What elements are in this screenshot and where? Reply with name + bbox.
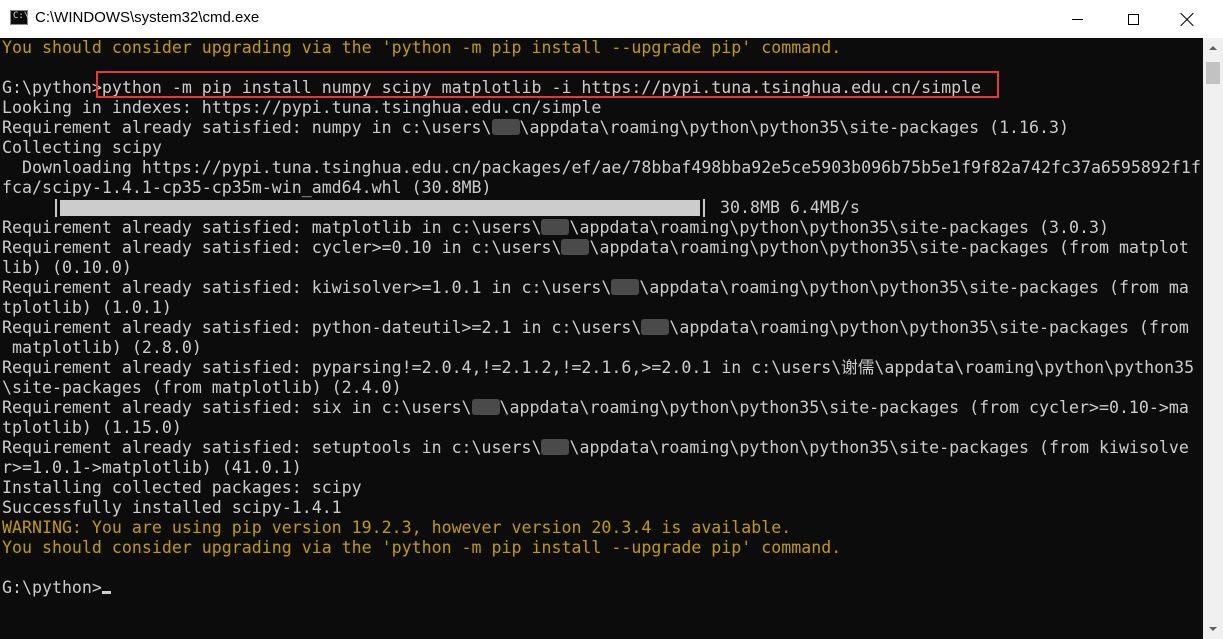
redacted-username [541,219,570,235]
console-text: \appdata\roaming\python\python35\site-pa… [499,398,1189,417]
vertical-scrollbar[interactable] [1203,38,1223,639]
console-output[interactable]: G:\python> You should consider upgrading … [0,38,1203,639]
console-text: Downloading https://pypi.tuna.tsinghua.e… [2,158,1201,177]
redacted-username [641,319,670,335]
window-title: C:\WINDOWS\system32\cmd.exe [35,9,260,26]
console-text: lib) (0.10.0) [2,258,132,277]
console-text: fca/scipy-1.4.1-cp35-cp35m-win_amd64.whl… [2,178,492,197]
console-line: r>=1.0.1->matplotlib) (41.0.1) [2,458,302,478]
maximize-button[interactable] [1106,0,1160,38]
console-text: Requirement already satisfied: numpy in … [2,118,492,137]
console-line: Successfully installed scipy-1.4.1 [2,498,342,518]
console-text: \site-packages (from matplotlib) (2.4.0) [2,378,402,397]
redacted-username [561,239,590,255]
progress-fill [60,200,700,216]
console-text: \appdata\roaming\python\python35\site-pa… [519,118,1069,137]
console-text: You should consider upgrading via the 'p… [2,538,842,557]
console-text: Requirement already satisfied: setuptool… [2,438,542,457]
console-line: You should consider upgrading via the 'p… [2,538,841,558]
console-line: Requirement already satisfied: setuptool… [2,438,1189,458]
console-line: lib) (0.10.0) [2,258,132,278]
redacted-username [491,119,520,135]
prompt-glyph: C:\ [13,11,30,21]
download-progress-bar [55,199,710,217]
text-cursor [101,591,111,594]
redacted-username [541,439,570,455]
command-highlight-box [96,71,999,98]
console-text: Requirement already satisfied: kiwisolve… [2,278,612,297]
console-line: Requirement already satisfied: numpy in … [2,118,1069,138]
console-text: tplotlib) (1.0.1) [2,298,172,317]
cmd-icon[interactable]: C:\ [10,10,30,25]
arrow-down-icon [1209,627,1217,631]
console-text: Requirement already satisfied: pyparsing… [2,358,1195,377]
console-line: Requirement already satisfied: pyparsing… [2,358,1194,378]
console-text: \appdata\roaming\python\python35\site-pa… [589,238,1189,257]
console-line: Requirement already satisfied: cycler>=0… [2,238,1189,258]
console-text: You should consider upgrading via the 'p… [2,38,842,57]
console-line: You should consider upgrading via the 'p… [2,38,841,58]
console-text: Successfully installed scipy-1.4.1 [2,498,342,517]
console-text: Requirement already satisfied: python-da… [2,318,642,337]
arrow-up-icon [1209,46,1217,50]
console-text: Requirement already satisfied: six in c:… [2,398,472,417]
console-text: Requirement already satisfied: matplotli… [2,218,542,237]
console-text: tplotlib) (1.15.0) [2,418,182,437]
console-text: r>=1.0.1->matplotlib) (41.0.1) [2,458,302,477]
maximize-icon [1127,13,1139,25]
scroll-down-button[interactable] [1203,619,1223,639]
progress-status: 30.8MB 6.4MB/s [720,198,860,217]
console-text: \appdata\roaming\python\python35\site-pa… [569,438,1189,457]
console-line: tplotlib) (1.0.1) [2,298,172,318]
console-line: \site-packages (from matplotlib) (2.4.0) [2,378,402,398]
close-button[interactable] [1160,0,1214,38]
console-text: WARNING: You are using pip version 19.2.… [2,518,792,537]
console-text: Looking in indexes: https://pypi.tuna.ts… [2,98,602,117]
console-line: Looking in indexes: https://pypi.tuna.ts… [2,98,601,118]
console-text: matplotlib) (2.8.0) [2,338,202,357]
console-text: G:\python> [2,578,102,597]
scroll-thumb[interactable] [1206,62,1220,84]
title-bar[interactable]: C:\ C:\WINDOWS\system32\cmd.exe [0,0,1223,39]
console-line: G:\python> [2,578,111,598]
progress-track [60,200,700,216]
redacted-username [471,399,500,415]
console-line: Requirement already satisfied: matplotli… [2,218,1109,238]
redacted-username [611,279,640,295]
minimize-icon [1071,18,1083,20]
console-line: Installing collected packages: scipy [2,478,362,498]
console-line: Requirement already satisfied: python-da… [2,318,1189,338]
console-text: \appdata\roaming\python\python35\site-pa… [669,318,1189,337]
console-line: tplotlib) (1.15.0) [2,418,182,438]
console-line: Requirement already satisfied: kiwisolve… [2,278,1189,298]
scroll-up-button[interactable] [1203,38,1223,58]
console-line: WARNING: You are using pip version 19.2.… [2,518,791,538]
console-line: Requirement already satisfied: six in c:… [2,398,1189,418]
close-icon [1180,12,1194,26]
console-text: Collecting scipy [2,138,162,157]
progress-left-edge [55,199,57,217]
console-text: Installing collected packages: scipy [2,478,362,497]
minimize-button[interactable] [1050,0,1104,38]
console-text: \appdata\roaming\python\python35\site-pa… [569,218,1109,237]
progress-right-edge [703,199,705,217]
console-line: Collecting scipy [2,138,162,158]
console-text: \appdata\roaming\python\python35\site-pa… [639,278,1189,297]
console-line: Downloading https://pypi.tuna.tsinghua.e… [2,158,1201,178]
console-line: matplotlib) (2.8.0) [2,338,202,358]
console-text: Requirement already satisfied: cycler>=0… [2,238,562,257]
console-line: fca/scipy-1.4.1-cp35-cp35m-win_amd64.whl… [2,178,492,198]
